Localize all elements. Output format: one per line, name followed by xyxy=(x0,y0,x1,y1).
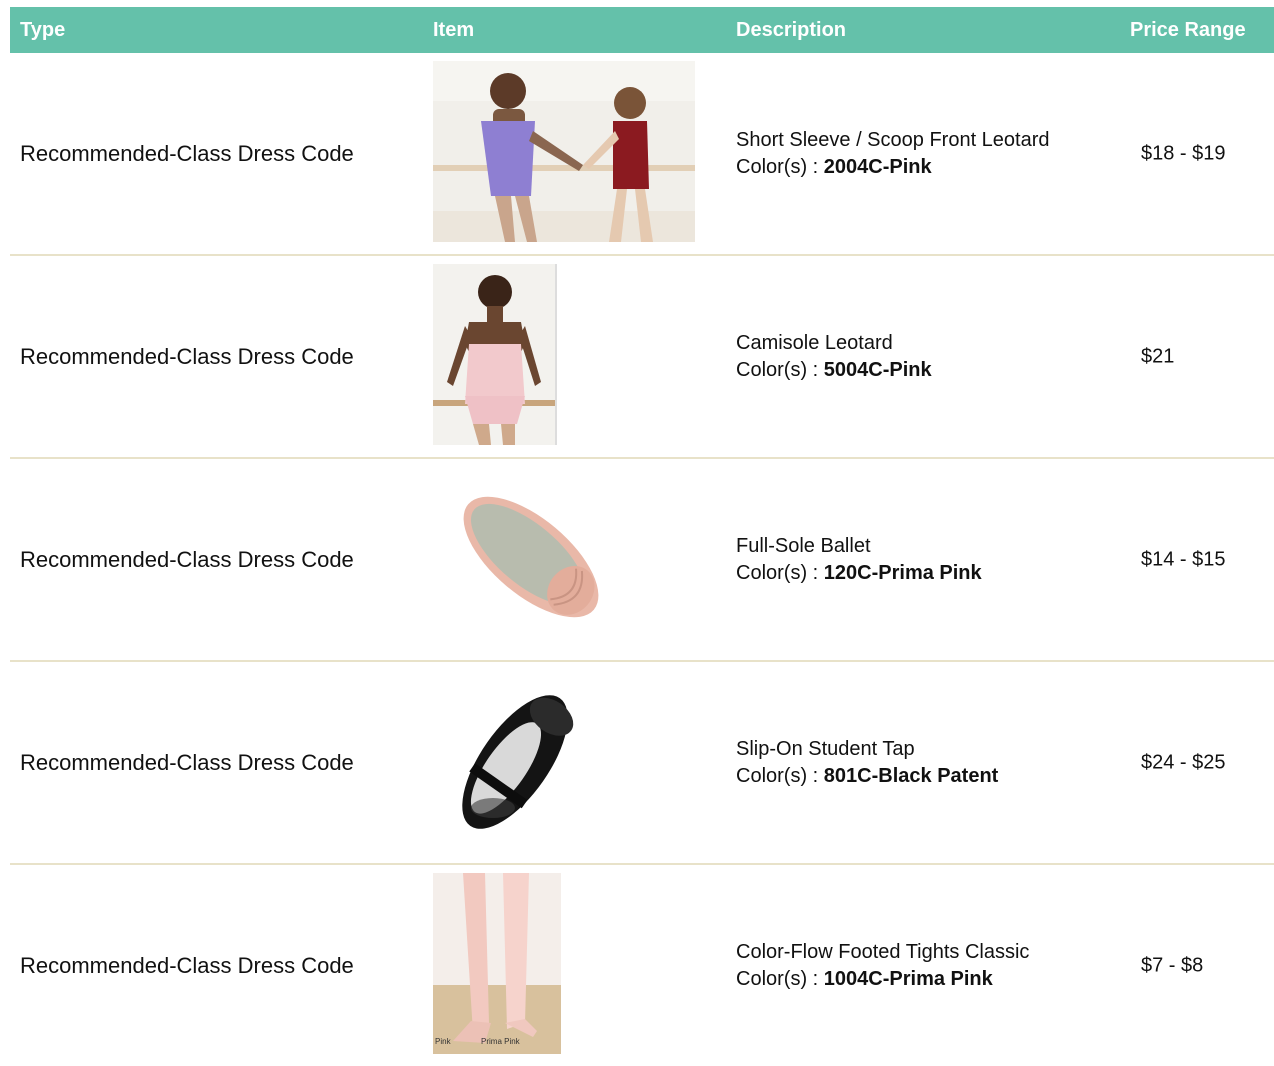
row-type: Recommended-Class Dress Code xyxy=(20,546,354,572)
header-type: Type xyxy=(20,19,66,41)
item-color: 801C-Black Patent xyxy=(823,764,999,787)
row-price: $18 - $19 xyxy=(1141,142,1226,164)
colors-label: Color(s) : xyxy=(736,764,824,787)
colors-label: Color(s) : xyxy=(736,358,824,381)
tights-caption-prima-pink: Prima Pink xyxy=(481,1037,520,1046)
tap-shoe-photo xyxy=(433,670,597,851)
row-description: Camisole Leotard Color(s) : 5004C-Pink xyxy=(736,330,932,384)
item-name: Full-Sole Ballet xyxy=(736,534,871,557)
item-name: Camisole Leotard xyxy=(736,331,893,354)
item-color: 5004C-Pink xyxy=(823,358,932,381)
row-price: $21 xyxy=(1141,345,1175,367)
row-description: Color-Flow Footed Tights Classic Color(s… xyxy=(736,939,1029,993)
row-description: Slip-On Student Tap Color(s) : 801C-Blac… xyxy=(736,736,998,790)
camisole-leotard-photo xyxy=(433,264,557,445)
row-type: Recommended-Class Dress Code xyxy=(20,749,354,775)
row-type: Recommended-Class Dress Code xyxy=(20,952,354,978)
row-type: Recommended-Class Dress Code xyxy=(20,140,354,166)
table-row: Recommended-Class Dress Code Slip-On Stu… xyxy=(10,662,1274,865)
row-price: $24 - $25 xyxy=(1141,751,1226,773)
dress-code-table: Type Item Description Price Range Recomm… xyxy=(10,7,1274,1066)
item-color: 1004C-Prima Pink xyxy=(823,967,993,990)
tights-caption-pink: Pink xyxy=(435,1037,451,1046)
item-color: 120C-Prima Pink xyxy=(823,561,982,584)
colors-label: Color(s) : xyxy=(736,561,824,584)
row-type: Recommended-Class Dress Code xyxy=(20,343,354,369)
tights-photo: Pink Prima Pink xyxy=(433,873,561,1054)
item-color: 2004C-Pink xyxy=(823,155,932,178)
item-name: Slip-On Student Tap xyxy=(736,737,915,760)
row-description: Full-Sole Ballet Color(s) : 120C-Prima P… xyxy=(736,533,982,587)
colors-label: Color(s) : xyxy=(736,967,824,990)
header-description: Description xyxy=(736,19,847,41)
table-row: Recommended-Class Dress Code Full-Sole B… xyxy=(10,459,1274,662)
table-header: Type Item Description Price Range xyxy=(10,7,1274,53)
colors-label: Color(s) : xyxy=(736,155,824,178)
row-price: $7 - $8 xyxy=(1141,954,1204,976)
header-price-range: Price Range xyxy=(1130,19,1246,41)
item-name: Short Sleeve / Scoop Front Leotard xyxy=(736,128,1050,151)
table-row: Recommended-Class Dress Code Pink Prima … xyxy=(10,865,1274,1066)
row-price: $14 - $15 xyxy=(1141,548,1226,570)
ballet-shoe-photo xyxy=(433,467,629,648)
item-name: Color-Flow Footed Tights Classic xyxy=(736,940,1030,963)
table-row: Recommended-Class Dress Code Camisole Le… xyxy=(10,256,1274,459)
leotard-girls-photo xyxy=(433,61,695,242)
header-item: Item xyxy=(433,19,475,41)
table-row: Recommended-Class Dress Code Short Sleev… xyxy=(10,53,1274,256)
row-description: Short Sleeve / Scoop Front Leotard Color… xyxy=(736,127,1050,181)
